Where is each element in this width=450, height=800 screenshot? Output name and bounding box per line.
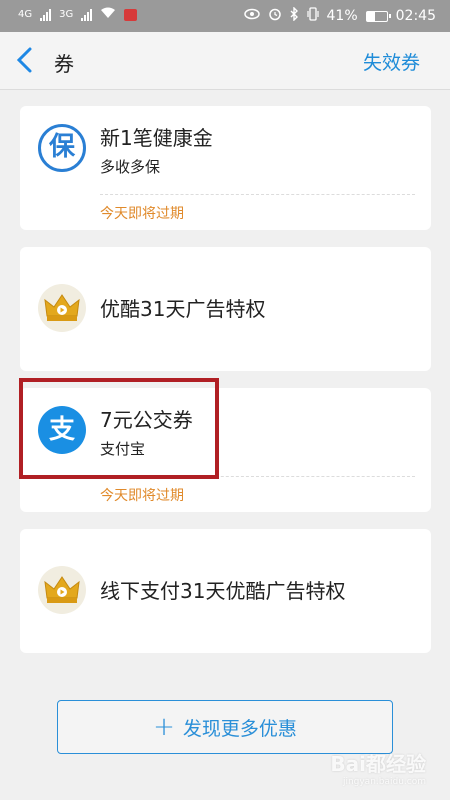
signal-icon xyxy=(40,8,52,21)
coupon-name: 线下支付31天优酷广告特权 xyxy=(100,579,346,603)
network-label-1: 4G xyxy=(18,9,33,20)
signal-icon-2 xyxy=(81,8,93,21)
discover-more-button[interactable]: + 发现更多优惠 xyxy=(57,700,393,754)
clock: 02:45 xyxy=(395,8,436,24)
discover-label: 发现更多优惠 xyxy=(182,717,297,740)
youku-crown-icon xyxy=(38,284,86,332)
nav-header: 券 失效券 xyxy=(0,32,450,90)
coupon-name: 新1笔健康金 xyxy=(100,126,213,150)
plus-icon: + xyxy=(153,712,175,742)
highlight-box xyxy=(19,378,219,479)
network-label-2: 3G xyxy=(59,9,74,20)
coupon-card[interactable]: 保 新1笔健康金 多收多保 今天即将过期 xyxy=(20,106,431,230)
page-title: 券 xyxy=(54,52,74,76)
battery-icon xyxy=(365,10,391,22)
back-arrow-icon[interactable] xyxy=(14,46,44,76)
coupon-card[interactable]: 线下支付31天优酷广告特权 xyxy=(20,529,431,653)
baoxian-icon: 保 xyxy=(38,124,86,172)
vibrate-icon xyxy=(306,7,319,25)
youku-crown-icon xyxy=(38,566,86,614)
bluetooth-icon xyxy=(290,6,299,25)
eye-icon xyxy=(243,8,260,24)
coupon-expire: 今天即将过期 xyxy=(100,476,415,505)
alarm-icon xyxy=(268,7,282,25)
expired-coupons-link[interactable]: 失效券 xyxy=(363,48,420,75)
watermark: Bai都经验 jingyan.baidu.com xyxy=(330,752,426,787)
status-left: 4G 3G xyxy=(18,7,138,22)
battery-percent: 41% xyxy=(326,8,358,24)
wifi-icon xyxy=(100,7,116,22)
status-right: 41% 02:45 xyxy=(243,6,436,25)
coupon-subtitle: 多收多保 xyxy=(100,158,161,176)
coupon-card[interactable]: 优酷31天广告特权 xyxy=(20,247,431,371)
status-bar: 4G 3G 41% 02:45 xyxy=(0,0,450,32)
coupon-name: 优酷31天广告特权 xyxy=(100,297,266,321)
coupon-expire: 今天即将过期 xyxy=(100,194,415,223)
huawei-icon xyxy=(124,8,138,21)
